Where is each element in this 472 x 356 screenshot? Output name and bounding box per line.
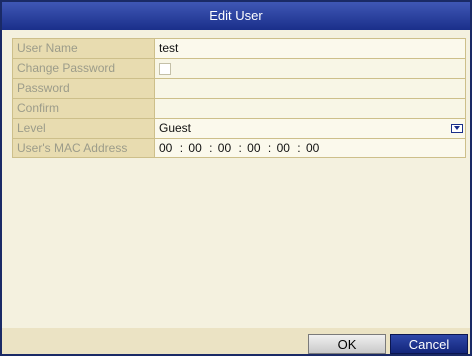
confirm-row: Confirm <box>12 98 466 118</box>
user-name-field[interactable]: test <box>155 39 466 58</box>
user-form: User Name test Change Password Password … <box>12 38 466 158</box>
confirm-label: Confirm <box>12 99 155 118</box>
password-row: Password <box>12 78 466 98</box>
mac-separator: : <box>179 141 184 155</box>
cancel-button[interactable]: Cancel <box>390 334 468 354</box>
change-password-checkbox[interactable] <box>159 63 171 75</box>
level-label: Level <box>12 119 155 138</box>
password-label: Password <box>12 79 155 98</box>
change-password-cell <box>155 59 466 78</box>
mac-address-field[interactable]: 00 : 00 : 00 : 00 : 00 : 00 <box>155 139 466 157</box>
chevron-down-icon[interactable] <box>451 124 463 133</box>
mac-segment-6[interactable]: 00 <box>306 139 319 158</box>
change-password-row: Change Password <box>12 58 466 78</box>
edit-user-dialog: Edit User User Name test Change Password… <box>0 0 472 356</box>
level-select[interactable]: Guest <box>155 119 466 138</box>
mac-segment-4[interactable]: 00 <box>247 139 260 158</box>
change-password-label: Change Password <box>12 59 155 78</box>
mac-segment-1[interactable]: 00 <box>159 139 172 158</box>
password-field[interactable] <box>155 79 466 98</box>
mac-separator: : <box>238 141 242 155</box>
mac-address-row: User's MAC Address 00 : 00 : 00 : 00 : 0… <box>12 138 466 158</box>
ok-button[interactable]: OK <box>308 334 386 354</box>
mac-separator: : <box>209 141 213 155</box>
dialog-title: Edit User <box>2 2 470 30</box>
mac-address-label: User's MAC Address <box>12 139 155 157</box>
user-name-label: User Name <box>12 39 155 58</box>
dialog-footer: OK Cancel <box>2 328 470 354</box>
mac-separator: : <box>297 141 301 155</box>
mac-segment-2[interactable]: 00 <box>188 139 201 158</box>
user-name-row: User Name test <box>12 38 466 58</box>
level-selected-value: Guest <box>159 121 192 135</box>
mac-separator: : <box>267 141 272 155</box>
confirm-field[interactable] <box>155 99 466 118</box>
mac-segment-3[interactable]: 00 <box>218 139 231 158</box>
mac-segment-5[interactable]: 00 <box>277 139 290 158</box>
level-row: Level Guest <box>12 118 466 138</box>
